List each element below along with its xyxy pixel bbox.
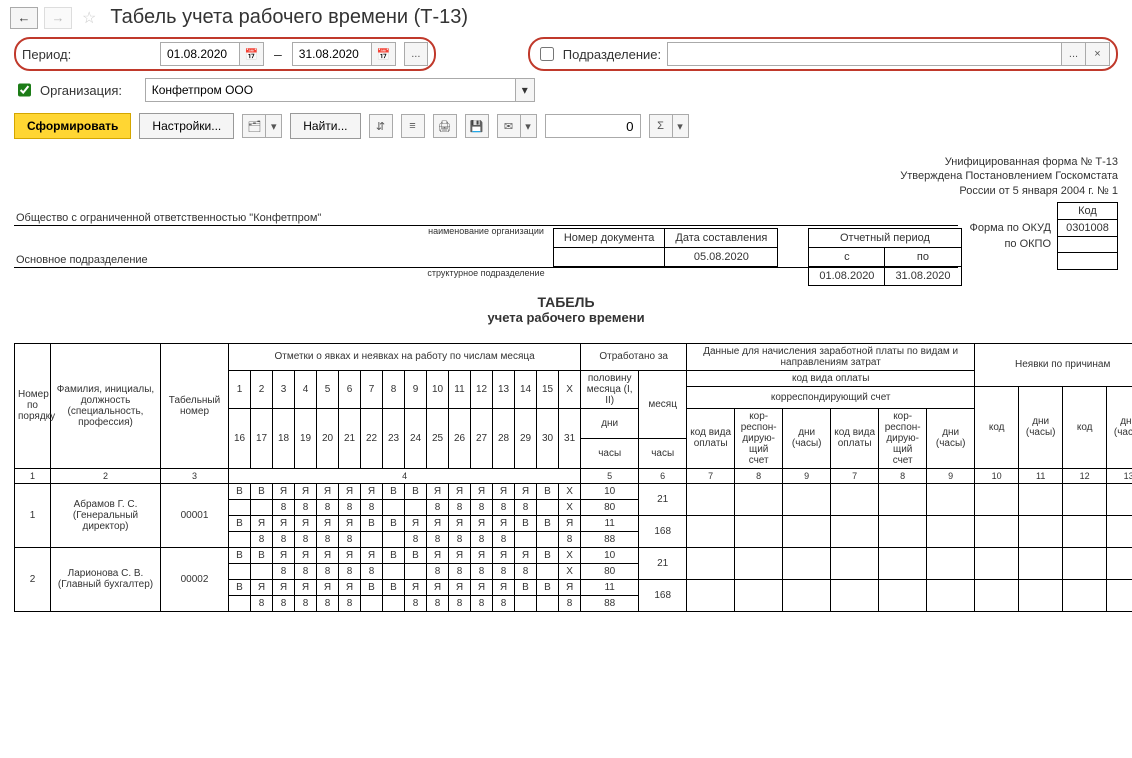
timesheet-table: Номер по порядкуФамилия, инициалы, должн… [14,343,1132,612]
find-button[interactable]: Найти... [290,113,360,139]
period-picker-button[interactable]: ... [404,42,428,66]
email-dropdown[interactable]: ▾ [521,114,537,138]
save-button[interactable]: 💾 [465,114,489,138]
org-dropdown-button[interactable]: ▾ [515,78,535,102]
report-period-table: Отчетный период спо 01.08.202031.08.2020 [808,228,961,286]
nav-back-button[interactable]: ← [10,7,38,29]
settings-button[interactable]: Настройки... [139,113,234,139]
date-from-picker-icon[interactable]: 📅 [240,42,264,66]
dept-label: Подразделение: [563,47,661,62]
page-title: Табель учета рабочего времени (Т-13) [110,6,468,29]
doc-number-table: Номер документаДата составления 05.08.20… [553,228,779,267]
collapse-button[interactable]: ≡ [401,114,425,138]
date-to-picker-icon[interactable]: 📅 [372,42,396,66]
nav-forward-button: → [44,7,72,29]
email-button[interactable]: ✉ [497,114,521,138]
report-subtitle: учета рабочего времени [14,310,1118,325]
sum-button[interactable]: Σ [649,114,673,138]
generate-button[interactable]: Сформировать [14,113,131,139]
dept-checkbox[interactable] [540,47,554,61]
print-button[interactable]: 🖨 [433,114,457,138]
dept-filter-highlight: Подразделение: ... × [528,37,1118,71]
form-info: Унифицированная форма № Т-13 Утверждена … [14,155,1118,198]
period-label: Период: [22,47,154,62]
date-range-dash: – [274,46,282,62]
org-label: Организация: [40,83,139,98]
variants-button[interactable]: 🗂 [242,114,266,138]
number-input[interactable] [545,114,641,138]
date-to-input[interactable] [292,42,372,66]
org-name-value: Общество с ограниченной ответственностью… [14,212,323,225]
date-from-input[interactable] [160,42,240,66]
period-filter-highlight: Период: 📅 – 📅 ... [14,37,436,71]
report-title: ТАБЕЛЬ [14,294,1118,310]
dept-clear-button[interactable]: × [1086,42,1110,66]
favorite-star-icon[interactable]: ☆ [82,8,96,28]
variants-dropdown[interactable]: ▾ [266,114,282,138]
org-checkbox[interactable] [18,83,31,97]
expand-button[interactable]: ⇵ [369,114,393,138]
org-input[interactable] [145,78,515,102]
dept-input[interactable] [667,42,1062,66]
sum-dropdown[interactable]: ▾ [673,114,689,138]
dept-picker-button[interactable]: ... [1062,42,1086,66]
